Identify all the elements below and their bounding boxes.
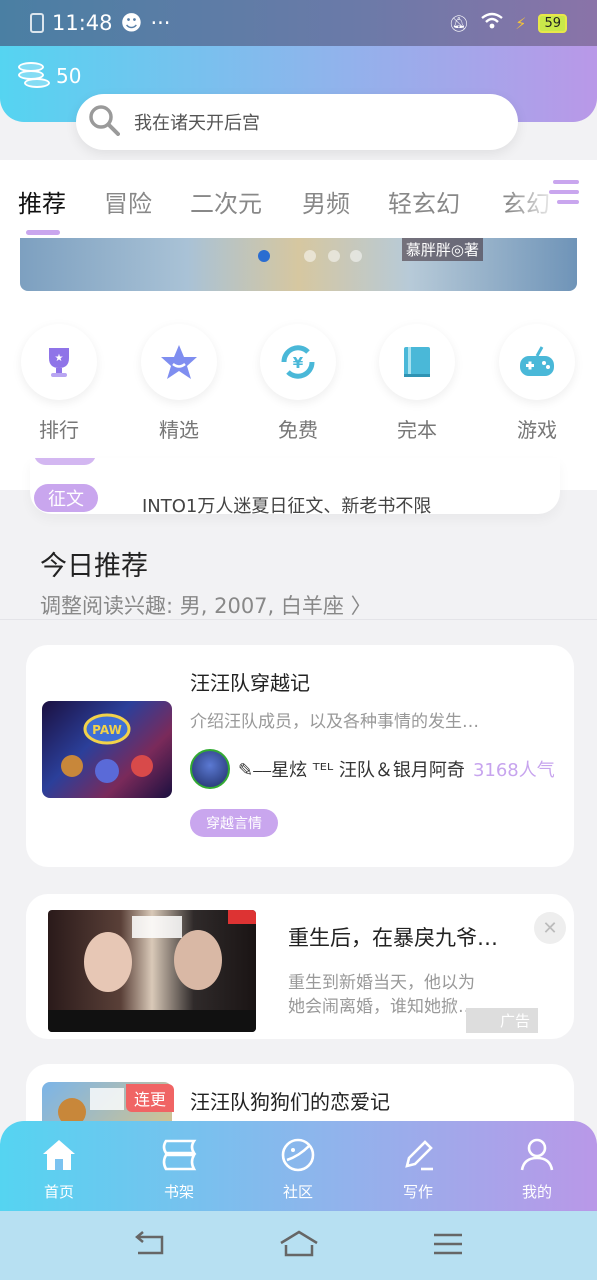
popularity-count: 3168人气 xyxy=(472,760,555,781)
quick-link-free[interactable]: ¥ 免费 xyxy=(260,324,336,443)
book-cover[interactable]: PAW xyxy=(42,701,172,798)
book-title[interactable]: 汪汪队狗狗们的恋爱记 xyxy=(190,1086,390,1115)
divider xyxy=(0,619,597,620)
category-menu-icon[interactable] xyxy=(549,180,579,210)
notification-icon: ☻ xyxy=(120,11,143,35)
quick-link-ranking[interactable]: ★ 排行 xyxy=(21,324,97,443)
carousel-dot xyxy=(328,250,340,262)
tab-male[interactable]: 男频 xyxy=(302,184,350,219)
nav-profile[interactable]: 我的 xyxy=(502,1135,572,1202)
update-tag: 连更 xyxy=(126,1084,175,1112)
yuan-icon: ¥ xyxy=(260,324,336,400)
tab-recommend[interactable]: 推荐 xyxy=(18,184,66,219)
search-bar[interactable]: 我在诸天开后宫 xyxy=(76,94,518,150)
planet-icon xyxy=(263,1135,333,1175)
book-card[interactable]: PAW 汪汪队穿越记 介绍汪队成员，以及各种事情的发生… ✎⎯⎯星炫 ᵀᴱᴸ 汪… xyxy=(26,645,574,867)
book-title[interactable]: 汪汪队穿越记 xyxy=(190,667,310,696)
trophy-icon: ★ xyxy=(21,324,97,400)
gamepad-icon xyxy=(499,324,575,400)
author-name[interactable]: ✎⎯⎯星炫 ᵀᴱᴸ 汪队＆银月阿奇 xyxy=(238,756,465,782)
ad-desc-line1: 重生到新婚当天，他以为 xyxy=(288,973,475,993)
book-description: 介绍汪队成员，以及各种事情的发生… xyxy=(190,712,479,732)
notice-tag: 征文 xyxy=(34,484,98,512)
author-row: ✎⎯⎯星炫 ᵀᴱᴸ 汪队＆银月阿奇 3168人气 xyxy=(190,749,555,789)
sim-icon xyxy=(30,13,44,33)
svg-text:¥: ¥ xyxy=(293,354,304,372)
bottom-nav: 首页 书架 社区 写作 我的 xyxy=(0,1121,597,1211)
ad-desc-line2: 她会闹离婚，谁知她掀… xyxy=(288,997,475,1017)
home-icon xyxy=(24,1135,94,1175)
tab-adventure[interactable]: 冒险 xyxy=(104,184,152,219)
status-time: 11:48 xyxy=(52,11,113,35)
category-tabs: 推荐 冒险 二次元 男频 轻玄幻 玄幻 xyxy=(0,160,597,238)
genre-tag[interactable]: 穿越言情 xyxy=(190,809,278,837)
charging-icon: ⚡ xyxy=(515,13,527,33)
quick-link-completed[interactable]: 完本 xyxy=(379,324,455,443)
home-button-icon[interactable] xyxy=(278,1229,318,1259)
quick-link-featured[interactable]: 精选 xyxy=(141,324,217,443)
svg-text:★: ★ xyxy=(55,353,64,364)
notice-text: INTO1万人迷夏日征文、新老书不限 xyxy=(142,496,432,514)
pen-icon xyxy=(383,1135,453,1175)
status-bar: 11:48 ☻ ··· 🔕︎ ⚡ 59 xyxy=(0,0,597,46)
menu-button-icon[interactable] xyxy=(428,1229,468,1259)
status-extra: ··· xyxy=(150,11,171,35)
wifi-icon xyxy=(481,12,503,34)
ad-image[interactable] xyxy=(48,910,256,1032)
quick-link-label: 排行 xyxy=(39,418,79,442)
section-title: 今日推荐 xyxy=(40,551,148,582)
adjust-interest-link[interactable]: 调整阅读兴趣: 男, 2007, 白羊座 〉 xyxy=(40,590,372,620)
star-icon xyxy=(141,324,217,400)
mute-icon: 🔕︎ xyxy=(448,13,470,33)
quick-link-label: 免费 xyxy=(278,418,318,442)
quick-link-label: 游戏 xyxy=(517,418,557,442)
promo-banner[interactable]: 慕胖胖◎著 xyxy=(20,238,577,291)
nav-label: 书架 xyxy=(163,1183,194,1201)
ad-title[interactable]: 重生后，在暴戾九爷… xyxy=(288,922,498,952)
coin-count: 50 xyxy=(56,64,82,88)
banner-author: 慕胖胖◎著 xyxy=(401,238,483,261)
carousel-dot xyxy=(304,250,316,262)
battery-level: 59 xyxy=(538,13,567,33)
nav-write[interactable]: 写作 xyxy=(383,1135,453,1202)
avatar[interactable] xyxy=(190,749,230,789)
carousel-dot xyxy=(258,250,270,262)
nav-label: 首页 xyxy=(43,1183,74,1201)
back-icon[interactable] xyxy=(130,1229,170,1259)
svg-text:PAW: PAW xyxy=(92,723,122,737)
bookshelf-icon xyxy=(144,1135,214,1175)
quick-link-label: 完本 xyxy=(397,418,437,442)
ad-card[interactable]: 重生后，在暴戾九爷… 重生到新婚当天，他以为 她会闹离婚，谁知她掀… ✕ 广告 xyxy=(26,894,574,1039)
ad-badge: 广告 xyxy=(466,1008,539,1033)
nav-label: 社区 xyxy=(282,1183,313,1201)
nav-home[interactable]: 首页 xyxy=(24,1135,94,1202)
tab-light-fantasy[interactable]: 轻玄幻 xyxy=(388,184,460,219)
nav-label: 写作 xyxy=(402,1183,433,1201)
nav-label: 我的 xyxy=(521,1183,552,1201)
coins-icon xyxy=(16,60,50,92)
nav-bookshelf[interactable]: 书架 xyxy=(144,1135,214,1202)
notice-tag-partial xyxy=(34,458,97,465)
system-nav-bar xyxy=(0,1211,597,1280)
notice-ticker[interactable]: 征文 INTO1万人迷夏日征文、新老书不限 xyxy=(30,458,560,514)
search-icon xyxy=(88,104,120,140)
carousel-dot xyxy=(350,250,362,262)
search-placeholder: 我在诸天开后宫 xyxy=(134,113,260,134)
quick-link-label: 精选 xyxy=(159,418,199,442)
user-icon xyxy=(502,1135,572,1175)
tab-anime[interactable]: 二次元 xyxy=(190,184,262,219)
active-tab-indicator xyxy=(26,230,60,235)
book-icon xyxy=(379,324,455,400)
coin-balance[interactable]: 50 xyxy=(16,60,81,92)
nav-community[interactable]: 社区 xyxy=(263,1135,333,1202)
close-icon[interactable]: ✕ xyxy=(534,912,566,944)
quick-link-games[interactable]: 游戏 xyxy=(499,324,575,443)
